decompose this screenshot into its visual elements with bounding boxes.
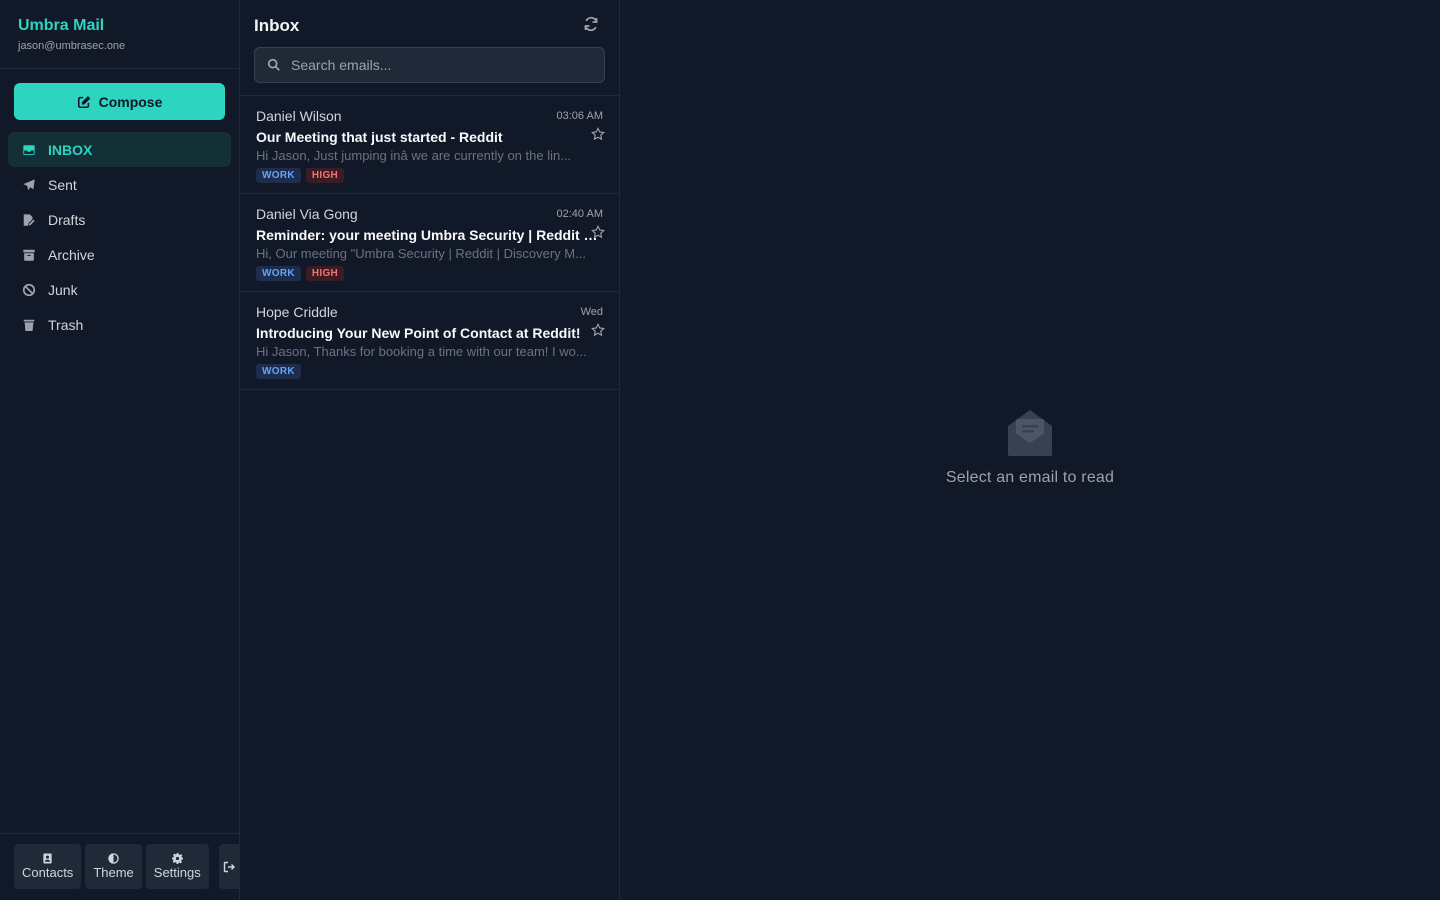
email-time: 02:40 AM bbox=[556, 208, 603, 220]
envelope-open-icon bbox=[1008, 410, 1052, 456]
contrast-icon bbox=[108, 853, 119, 864]
email-tags: WORK bbox=[256, 364, 603, 379]
tag-work: WORK bbox=[256, 168, 301, 183]
brand: Umbra Mail jason@umbrasec.one bbox=[18, 16, 125, 54]
email-sender: Hope Criddle bbox=[256, 304, 338, 320]
tag-work: WORK bbox=[256, 266, 301, 281]
refresh-icon[interactable] bbox=[583, 16, 599, 32]
theme-button[interactable]: Theme bbox=[85, 844, 142, 889]
divider bbox=[0, 833, 239, 834]
bottom-toolbar: Contacts Theme Settings bbox=[14, 844, 209, 889]
compose-label: Compose bbox=[98, 93, 163, 110]
email-time: Wed bbox=[580, 306, 603, 318]
ban-icon bbox=[22, 283, 36, 296]
email-preview: Hi Jason, Just jumping inâ we are curren… bbox=[256, 148, 572, 163]
email-sender: Daniel Wilson bbox=[256, 108, 342, 124]
search-input[interactable] bbox=[291, 48, 596, 82]
empty-state: Select an email to read bbox=[620, 408, 1440, 487]
email-tags: WORK HIGH bbox=[256, 266, 603, 281]
nav-item-drafts[interactable]: Drafts bbox=[8, 202, 231, 237]
theme-label: Theme bbox=[93, 865, 134, 880]
tag-work: WORK bbox=[256, 364, 301, 379]
nav-label: Drafts bbox=[48, 211, 86, 228]
tag-high: HIGH bbox=[305, 168, 345, 183]
inbox-icon bbox=[23, 144, 35, 155]
nav-label: Sent bbox=[48, 176, 77, 193]
app-name: Umbra Mail bbox=[18, 17, 105, 34]
star-icon[interactable] bbox=[591, 127, 605, 141]
reading-pane: Select an email to read bbox=[620, 0, 1440, 900]
contacts-label: Contacts bbox=[22, 865, 74, 880]
nav-item-junk[interactable]: Junk bbox=[8, 272, 231, 307]
compose-button[interactable]: Compose bbox=[14, 83, 225, 120]
email-subject: Reminder: your meeting Umbra Security | … bbox=[256, 227, 600, 243]
settings-label: Settings bbox=[153, 865, 201, 880]
email-sender: Daniel Via Gong bbox=[256, 206, 358, 222]
nav-label: Junk bbox=[48, 281, 78, 298]
settings-button[interactable]: Settings bbox=[145, 844, 209, 889]
sidebar: Umbra Mail jason@umbrasec.one Compose IN… bbox=[0, 0, 240, 900]
edit-icon bbox=[77, 95, 90, 108]
email-list-item[interactable]: Daniel Wilson 03:06 AM Our Meeting that … bbox=[240, 96, 619, 194]
nav-label: Archive bbox=[48, 246, 95, 263]
nav-item-trash[interactable]: Trash bbox=[8, 307, 231, 342]
email-preview: Hi Jason, Thanks for booking a time with… bbox=[256, 344, 587, 359]
email-tags: WORK HIGH bbox=[256, 168, 603, 183]
nav-label: Trash bbox=[48, 316, 84, 333]
draft-icon bbox=[23, 213, 35, 226]
nav-item-sent[interactable]: Sent bbox=[8, 167, 231, 202]
address-book-icon bbox=[43, 853, 52, 864]
archive-icon bbox=[23, 249, 35, 261]
nav-item-archive[interactable]: Archive bbox=[8, 237, 231, 272]
tag-high: HIGH bbox=[305, 266, 345, 281]
email-time: 03:06 AM bbox=[556, 110, 603, 122]
folder-nav: INBOX Sent Drafts Archive Junk Trash bbox=[8, 132, 231, 342]
star-icon[interactable] bbox=[591, 225, 605, 239]
nav-item-inbox[interactable]: INBOX bbox=[8, 132, 231, 167]
email-list-item[interactable]: Hope Criddle Wed Introducing Your New Po… bbox=[240, 292, 619, 390]
send-icon bbox=[23, 178, 35, 190]
email-preview: Hi, Our meeting "Umbra Security | Reddit… bbox=[256, 246, 586, 261]
nav-label: INBOX bbox=[48, 141, 93, 158]
trash-icon bbox=[23, 319, 35, 331]
email-list-pane: Inbox Daniel Wilson 03:06 AM Our Meeting… bbox=[240, 0, 620, 900]
contacts-button[interactable]: Contacts bbox=[14, 844, 82, 889]
empty-state-text: Select an email to read bbox=[945, 469, 1115, 486]
page-title: Inbox bbox=[254, 16, 300, 35]
search-icon bbox=[267, 58, 280, 71]
logout-button[interactable] bbox=[219, 844, 239, 889]
email-list: Daniel Wilson 03:06 AM Our Meeting that … bbox=[240, 96, 619, 390]
email-subject: Our Meeting that just started - Reddit bbox=[256, 129, 503, 145]
gear-icon bbox=[171, 853, 183, 864]
star-icon[interactable] bbox=[591, 323, 605, 337]
divider bbox=[0, 68, 239, 69]
search-box bbox=[254, 47, 605, 83]
logout-icon bbox=[223, 861, 235, 872]
account-email: jason@umbrasec.one bbox=[18, 40, 126, 52]
email-subject: Introducing Your New Point of Contact at… bbox=[256, 325, 581, 341]
email-list-item[interactable]: Daniel Via Gong 02:40 AM Reminder: your … bbox=[240, 194, 619, 292]
